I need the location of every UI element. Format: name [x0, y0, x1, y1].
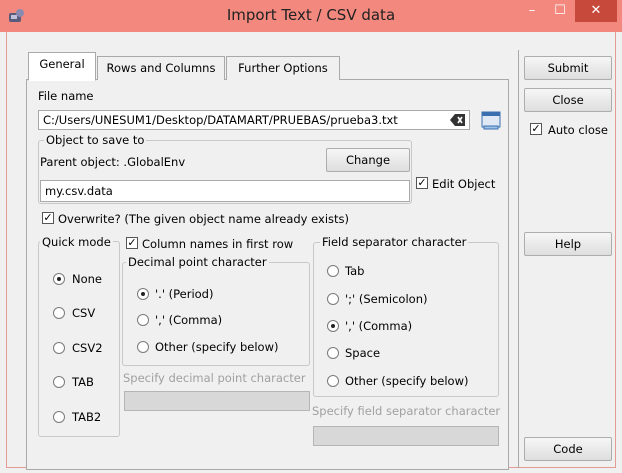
help-button[interactable]: Help — [524, 232, 612, 256]
quick-mode-csv-radio[interactable] — [53, 307, 65, 319]
sep-tab-radio[interactable] — [327, 265, 339, 277]
minimize-button[interactable]: – — [519, 0, 545, 22]
quick-mode-none-label: None — [72, 272, 103, 286]
file-name-label: File name — [38, 89, 94, 103]
column-names-label: Column names in first row — [142, 237, 294, 251]
sep-semicolon-label: ';' (Semicolon) — [345, 292, 428, 306]
browse-file-icon[interactable] — [480, 109, 502, 131]
tab-further-options[interactable]: Further Options — [226, 56, 340, 80]
overwrite-checkbox[interactable]: ✓ — [42, 212, 54, 224]
auto-close-label: Auto close — [548, 123, 608, 137]
edit-object-label: Edit Object — [432, 177, 496, 191]
quick-mode-csv-label: CSV — [72, 306, 96, 320]
submit-button[interactable]: Submit — [524, 56, 612, 80]
tab-general[interactable]: General — [28, 52, 96, 81]
code-button[interactable]: Code — [524, 437, 612, 461]
change-button[interactable]: Change — [326, 148, 410, 172]
quick-mode-tab-label: TAB — [72, 375, 94, 389]
quick-mode-tab2-radio[interactable] — [53, 411, 65, 423]
title-bar[interactable]: Import Text / CSV data – ☐ ✕ — [0, 0, 622, 32]
close-window-button[interactable]: ✕ — [575, 0, 617, 22]
quick-mode-csv2-label: CSV2 — [72, 341, 103, 355]
decimal-comma-label: ',' (Comma) — [155, 313, 223, 327]
decimal-other-label: Other (specify below) — [155, 340, 279, 354]
sep-specify-input[interactable] — [313, 426, 499, 446]
quick-mode-csv2-radio[interactable] — [53, 342, 65, 354]
clear-backspace-icon[interactable] — [450, 114, 466, 126]
decimal-specify-label: Specify decimal point character — [123, 371, 306, 385]
sep-tab-label: Tab — [345, 264, 365, 278]
sep-specify-label: Specify field separator character — [312, 404, 501, 418]
object-to-save-legend: Object to save to — [44, 133, 147, 147]
sep-space-label: Space — [345, 346, 381, 360]
field-separator-legend: Field separator character — [320, 235, 469, 249]
overwrite-label: Overwrite? (The given object name alread… — [58, 212, 349, 226]
sidebar-divider — [518, 50, 519, 468]
parent-object-text: Parent object: .GlobalEnv — [40, 155, 186, 169]
decimal-period-radio[interactable] — [137, 288, 149, 300]
decimal-period-label: '.' (Period) — [155, 287, 214, 301]
object-name-input[interactable]: my.csv.data — [40, 180, 410, 202]
sep-other-label: Other (specify below) — [345, 374, 469, 388]
maximize-button[interactable]: ☐ — [547, 0, 573, 22]
column-names-checkbox[interactable]: ✓ — [126, 237, 138, 249]
decimal-other-radio[interactable] — [137, 341, 149, 353]
auto-close-checkbox[interactable]: ✓ — [530, 123, 542, 135]
tab-rows-and-columns[interactable]: Rows and Columns — [97, 56, 225, 80]
quick-mode-group — [38, 241, 120, 437]
edit-object-checkbox[interactable]: ✓ — [416, 177, 428, 189]
sep-comma-radio[interactable] — [327, 320, 339, 332]
quick-mode-legend: Quick mode — [40, 235, 113, 249]
close-button[interactable]: Close — [524, 88, 612, 112]
decimal-comma-radio[interactable] — [137, 314, 149, 326]
sep-semicolon-radio[interactable] — [327, 293, 339, 305]
sep-other-radio[interactable] — [327, 375, 339, 387]
quick-mode-tab2-label: TAB2 — [72, 410, 102, 424]
sep-space-radio[interactable] — [327, 347, 339, 359]
sep-comma-label: ',' (Comma) — [345, 319, 413, 333]
quick-mode-none-radio[interactable] — [53, 273, 65, 285]
quick-mode-tab-radio[interactable] — [53, 376, 65, 388]
decimal-point-legend: Decimal point character — [126, 255, 269, 269]
decimal-specify-input[interactable] — [124, 391, 310, 411]
file-path-input[interactable]: C:/Users/UNESUM1/Desktop/DATAMART/PRUEBA… — [38, 110, 470, 130]
